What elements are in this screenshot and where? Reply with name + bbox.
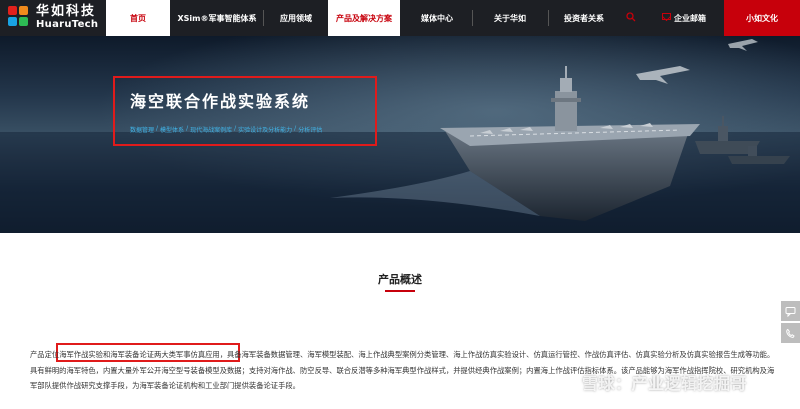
tag-separator: / [186, 125, 189, 132]
nav-item-about[interactable]: 关于华如 [474, 0, 546, 36]
watermark-text: 雪球：产业逻辑挖掘哥 [582, 374, 748, 393]
nav-item-media[interactable]: 媒体中心 [404, 0, 470, 36]
floating-toolbar [781, 301, 800, 343]
hero-tag: 数据管理 [130, 127, 155, 134]
overview-prefix: 产品定位 [30, 350, 60, 359]
tag-separator: / [294, 125, 297, 132]
logo-name-en: HuaruTech [36, 19, 99, 30]
nav-item-applications[interactable]: 应用领域 [264, 0, 328, 36]
search-icon[interactable] [626, 12, 636, 22]
hero-banner: 海空联合作战实验系统 数据管理 / 模型体系 / 现代海战案例库 / 实验设计及… [0, 36, 800, 233]
nav-item-investors[interactable]: 投资者关系 [550, 0, 618, 36]
nav-item-xsim[interactable]: XSim®军事智能体系 [172, 0, 262, 36]
tag-separator: / [156, 125, 159, 132]
hero-tag: 模型体系 [160, 127, 185, 134]
tag-separator: / [234, 125, 237, 132]
company-logo[interactable]: 华如科技 HuaruTech [8, 5, 98, 30]
phone-icon [786, 328, 795, 338]
logo-name-cn: 华如科技 [36, 4, 97, 19]
mail-icon[interactable] [662, 13, 671, 20]
nav-divider [548, 10, 549, 26]
chat-button[interactable] [781, 301, 800, 321]
culture-button[interactable]: 小如文化 [724, 0, 800, 36]
logo-mark-icon [8, 5, 32, 30]
hero-tag: 现代海战案例库 [190, 127, 233, 134]
hero-tag: 分析评估 [298, 127, 323, 134]
hero-tag: 实验设计及分析能力 [238, 127, 293, 134]
top-navigation: 华如科技 HuaruTech 首页 XSim®军事智能体系 应用领域 产品及解决… [0, 0, 800, 36]
section-title: 产品概述 [378, 273, 422, 286]
hero-title: 海空联合作战实验系统 [130, 92, 311, 111]
overview-highlight: 海军作战实验和海军装备论证两大类军事仿真应用 [59, 350, 220, 359]
nav-divider [472, 10, 473, 26]
nav-item-home[interactable]: 首页 [106, 0, 170, 36]
chat-icon [785, 306, 796, 317]
nav-item-products[interactable]: 产品及解决方案 [328, 0, 400, 36]
enterprise-mail-link[interactable]: 企业邮箱 [674, 0, 706, 36]
hero-tags: 数据管理 / 模型体系 / 现代海战案例库 / 实验设计及分析能力 / 分析评估 [130, 125, 322, 134]
section-title-underline [385, 290, 415, 292]
phone-button[interactable] [781, 323, 800, 343]
